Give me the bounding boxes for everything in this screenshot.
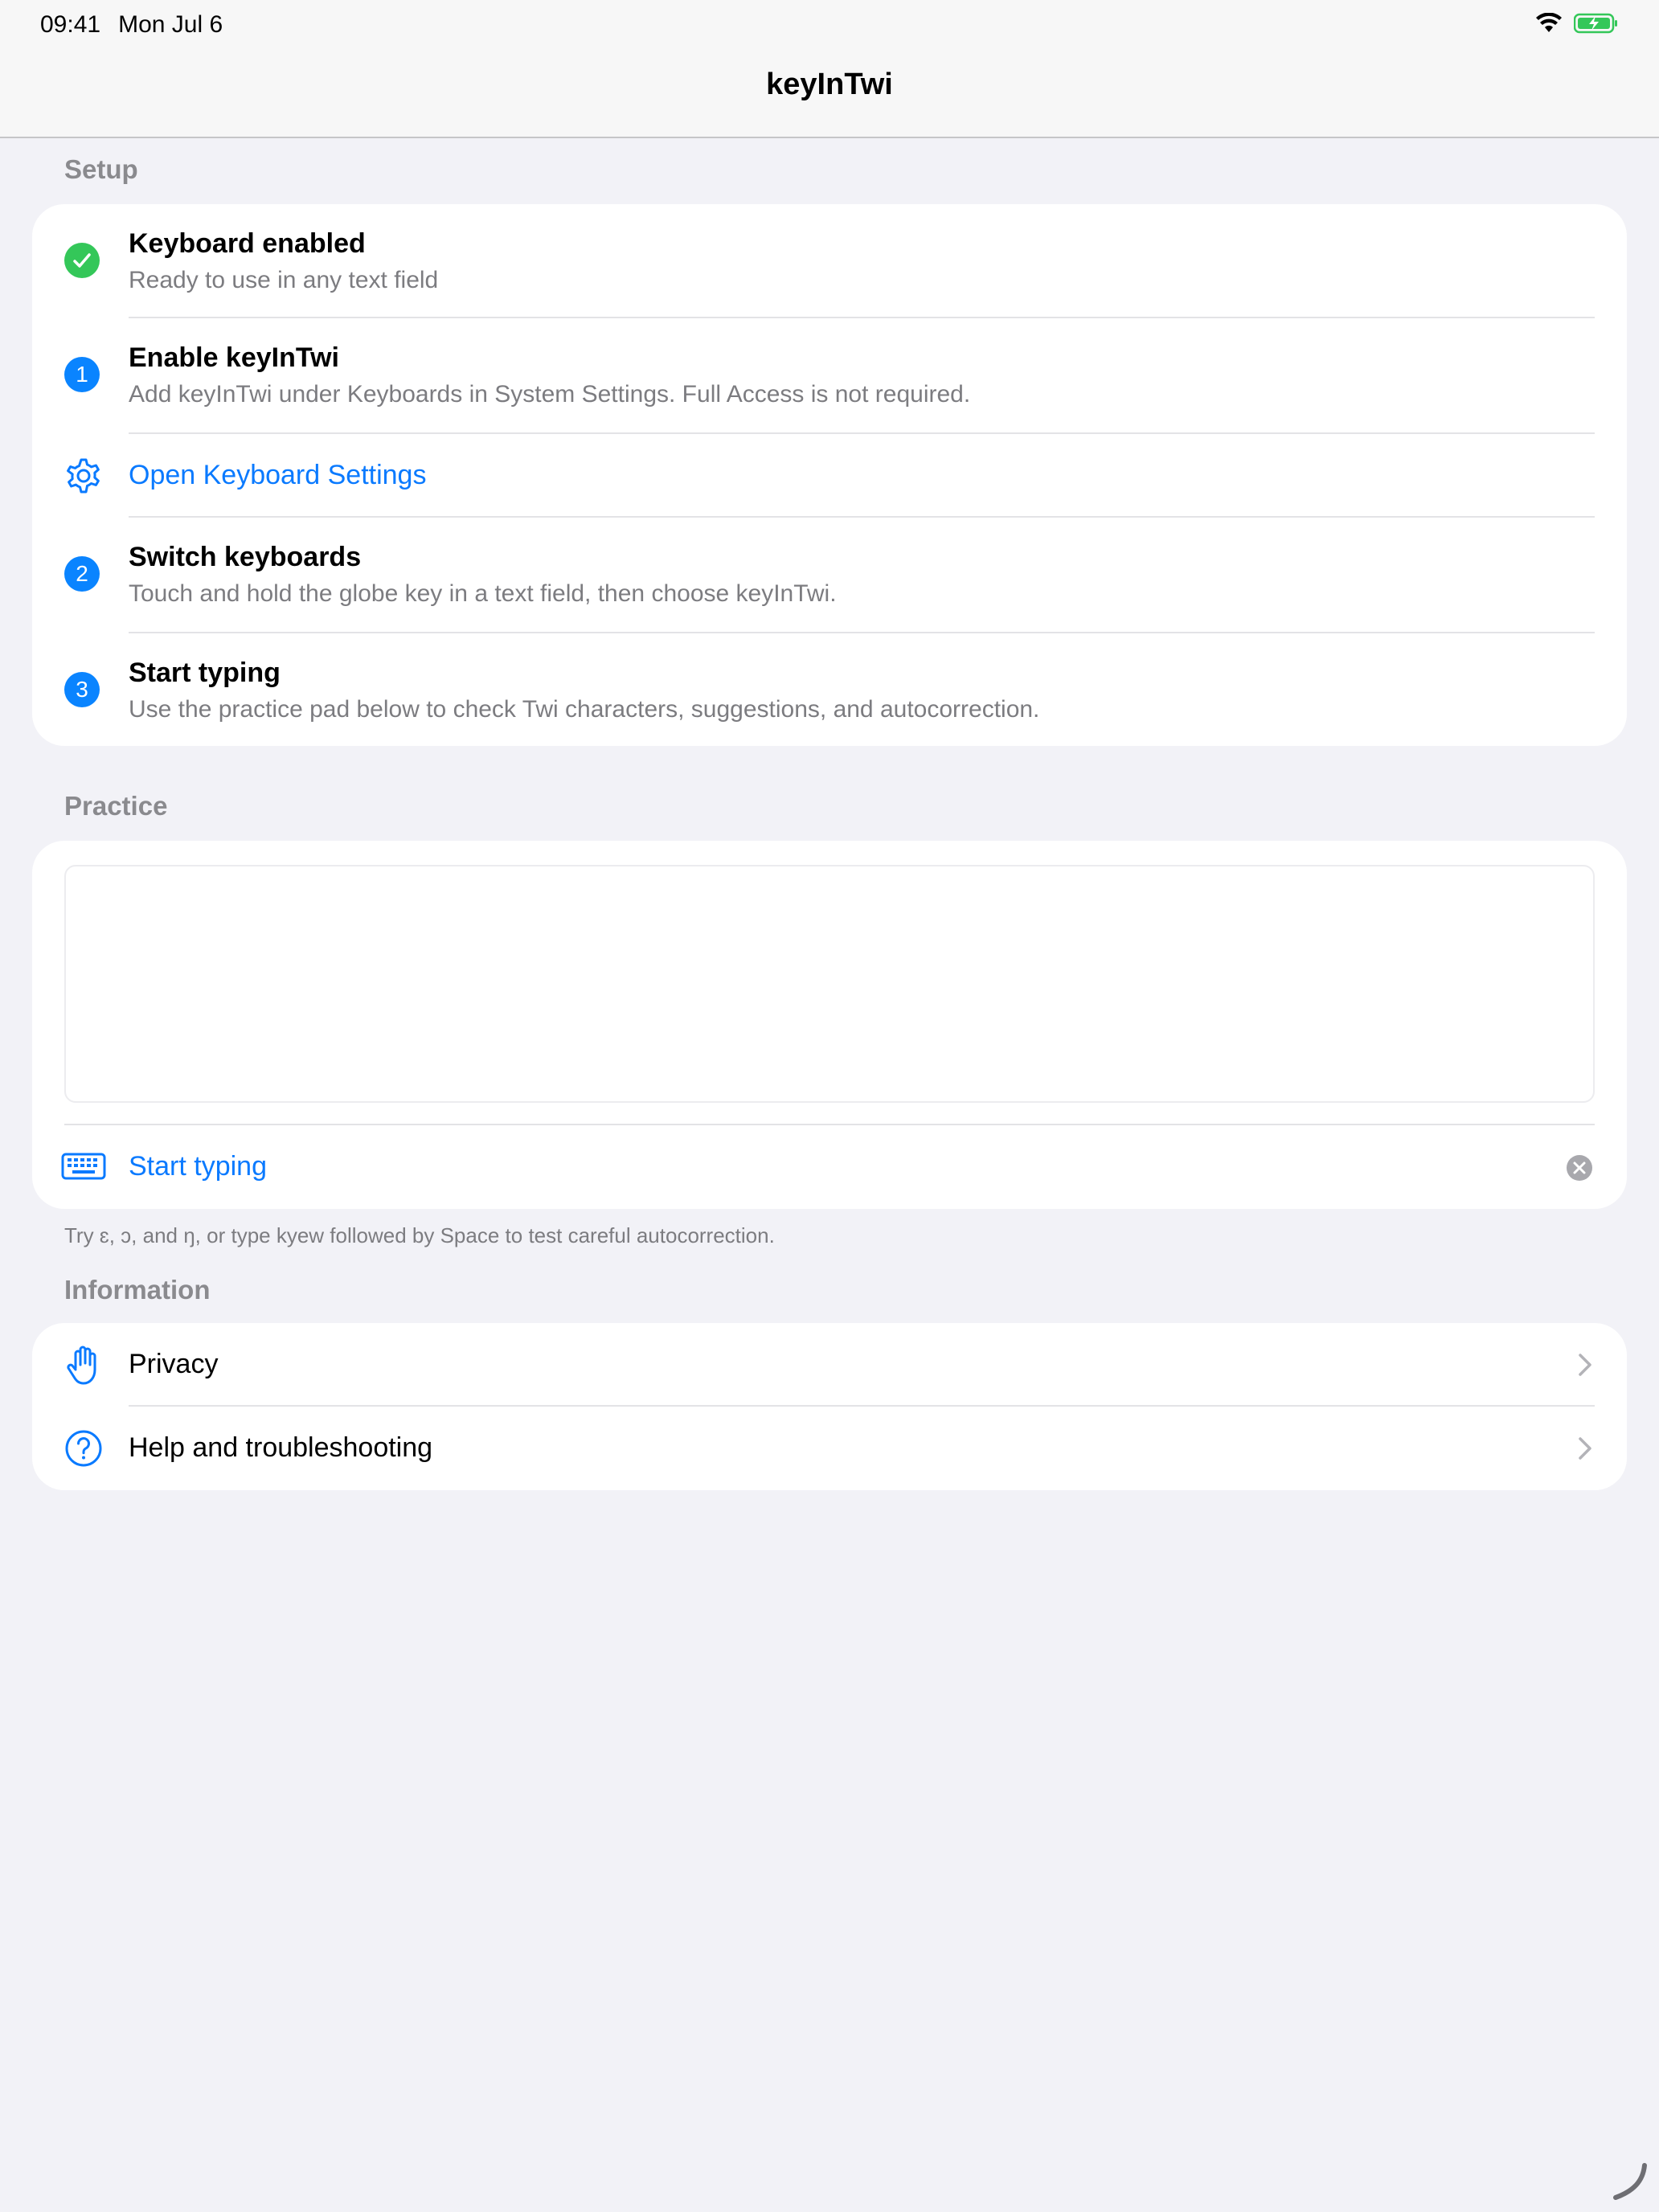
setup-row-start-typing: 3 Start typing Use the practice pad belo… — [32, 633, 1627, 746]
step-2-badge: 2 — [64, 556, 103, 595]
setup-row-subtitle: Ready to use in any text field — [129, 267, 439, 293]
hand-icon — [64, 1344, 103, 1385]
chevron-right-icon — [1579, 1354, 1591, 1376]
navigation-bar: keyInTwi — [0, 51, 1659, 138]
start-typing-label: Start typing — [129, 1151, 267, 1182]
battery-charging-icon — [1574, 13, 1617, 34]
section-header-information: Information — [64, 1275, 211, 1305]
practice-footnote: Try ɛ, ɔ, and ŋ, or type kyew followed b… — [64, 1223, 775, 1247]
question-circle-icon — [64, 1429, 103, 1468]
section-header-practice: Practice — [64, 791, 168, 821]
page-title: keyInTwi — [766, 68, 893, 101]
clear-text-icon[interactable] — [1566, 1154, 1593, 1182]
help-troubleshooting-label: Help and troubleshooting — [129, 1432, 433, 1463]
help-troubleshooting-row[interactable]: Help and troubleshooting — [32, 1407, 1627, 1490]
setup-row-title: Keyboard enabled — [129, 228, 366, 259]
setup-row-enable: 1 Enable keyInTwi Add keyInTwi under Key… — [32, 318, 1627, 432]
practice-card: Start typing — [32, 841, 1627, 1209]
status-time: 09:41 — [40, 11, 101, 38]
setup-row-subtitle: Touch and hold the globe key in a text f… — [129, 580, 837, 607]
setup-row-keyboard-enabled: Keyboard enabled Ready to use in any tex… — [32, 204, 1627, 318]
checkmark-circle-icon — [64, 243, 103, 281]
status-bar: 09:41 Mon Jul 6 — [0, 0, 1659, 51]
setup-row-subtitle: Add keyInTwi under Keyboards in System S… — [129, 381, 971, 408]
step-3-badge: 3 — [64, 672, 103, 711]
setup-row-subtitle: Use the practice pad below to check Twi … — [129, 696, 1040, 723]
resize-corner-indicator — [1613, 2163, 1647, 2200]
gear-icon — [64, 457, 103, 495]
open-keyboard-settings-label: Open Keyboard Settings — [129, 460, 427, 490]
keyboard-icon — [61, 1146, 106, 1185]
setup-card: Keyboard enabled Ready to use in any tex… — [32, 204, 1627, 746]
status-time-date: 09:41 Mon Jul 6 — [40, 11, 223, 39]
privacy-label: Privacy — [129, 1349, 219, 1379]
start-typing-button[interactable]: Start typing — [32, 1125, 1627, 1209]
status-date: Mon Jul 6 — [118, 11, 223, 38]
privacy-row[interactable]: Privacy — [32, 1323, 1627, 1407]
section-header-setup: Setup — [64, 154, 138, 184]
setup-row-title: Switch keyboards — [129, 542, 362, 572]
setup-row-switch-keyboards: 2 Switch keyboards Touch and hold the gl… — [32, 518, 1627, 632]
practice-text-area[interactable] — [64, 865, 1595, 1103]
information-card: Privacy Help and troubleshooting — [32, 1323, 1627, 1490]
setup-row-title: Start typing — [129, 657, 281, 688]
open-keyboard-settings-button[interactable]: Open Keyboard Settings — [32, 434, 1627, 518]
chevron-right-icon — [1579, 1437, 1591, 1460]
wifi-icon — [1536, 13, 1562, 32]
setup-row-title: Enable keyInTwi — [129, 342, 340, 373]
step-1-badge: 1 — [64, 357, 103, 395]
